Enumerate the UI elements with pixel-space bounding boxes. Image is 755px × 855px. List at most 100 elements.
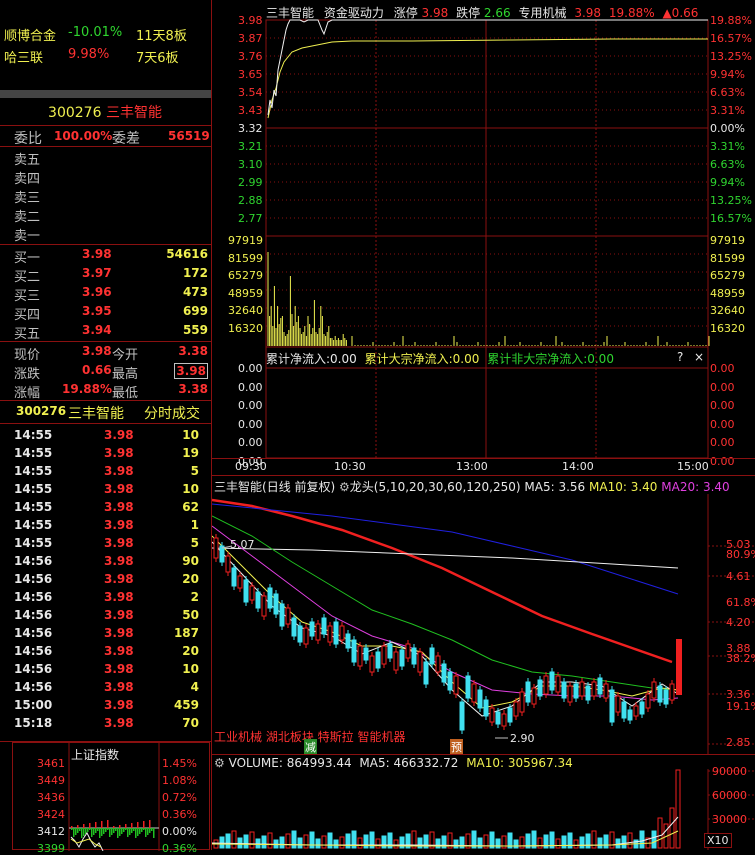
weibi-value: 100.00% — [54, 129, 113, 143]
kline-candle — [279, 603, 285, 627]
stock-name: 三丰智能 — [68, 406, 124, 422]
stock-code: 300276 — [48, 105, 102, 121]
tick-row: 14:56 3.98 90 — [0, 553, 205, 571]
kline-candle — [369, 655, 375, 673]
index-bar — [125, 828, 127, 830]
price-tick: 3.76 — [238, 50, 263, 63]
kline-candle — [555, 675, 561, 693]
volume-bar — [609, 831, 615, 849]
volume-bar — [303, 834, 309, 849]
sell-level-label: 卖五 — [14, 153, 41, 168]
flow-tick: 0.00 — [710, 417, 735, 431]
tick-row: 14:55 3.98 5 — [0, 535, 205, 553]
kline-candle — [483, 699, 489, 717]
tick-volume: 2 — [190, 590, 199, 604]
index-bar — [85, 828, 87, 834]
tick-volume: 10 — [182, 428, 199, 442]
sell-level-label: 卖一 — [14, 229, 41, 244]
volume-bar — [615, 838, 621, 849]
tick-time: 15:00 — [14, 698, 53, 712]
kline-candle — [639, 701, 645, 715]
index-bar — [77, 825, 79, 828]
tick-time: 14:55 — [14, 464, 53, 478]
kline-candle — [375, 651, 381, 669]
buy-level-label: 买二 — [14, 270, 41, 285]
index-bar — [125, 824, 127, 828]
volume-bar — [279, 836, 285, 849]
reduce-marker[interactable]: 减 — [304, 739, 317, 755]
tick-price: 3.98 — [104, 590, 134, 604]
buy-level-label: 买三 — [14, 289, 41, 304]
kline-candle — [585, 685, 591, 701]
watchlist-item[interactable]: 哈三联 9.98% 7天6板 — [0, 46, 210, 66]
tick-row: 14:55 3.98 5 — [0, 463, 205, 481]
buy-level-label: 买一 — [14, 251, 41, 266]
kline-candle — [225, 555, 231, 573]
close-icon[interactable]: × — [694, 350, 704, 364]
high-price: 3.98 — [174, 363, 208, 379]
weibi-label: 委比 — [14, 131, 42, 147]
sell-level-label: 卖三 — [14, 191, 41, 206]
index-bar — [129, 828, 131, 835]
tick-time: 14:55 — [14, 518, 53, 532]
index-bar — [141, 828, 143, 832]
tick-volume: 4 — [190, 680, 199, 694]
stock-pct: -10.01% — [68, 25, 123, 40]
kline-candle — [429, 647, 435, 665]
volume-bar — [345, 833, 351, 849]
volume-bar — [321, 835, 327, 849]
kline-candle — [237, 575, 243, 589]
buy-level-label: 买五 — [14, 327, 41, 342]
volume-tick: 65279 — [710, 269, 745, 282]
price-tick: 3.10 — [238, 158, 263, 171]
volume-bar — [297, 837, 303, 849]
volume-bar — [579, 836, 585, 849]
mini-index-plot — [68, 743, 160, 851]
tick-price: 3.98 — [104, 716, 134, 730]
tick-time: 15:18 — [14, 716, 53, 730]
tick-row: 14:56 3.98 4 — [0, 679, 205, 697]
kline-candle — [249, 585, 255, 601]
volume-bar — [393, 839, 399, 849]
kline-candle — [663, 689, 669, 705]
kline-candle — [513, 701, 519, 717]
volume-bar — [603, 834, 609, 849]
index-bar — [95, 822, 97, 828]
pct-tick: 3.31% — [710, 104, 745, 117]
forecast-marker[interactable]: 预 — [450, 739, 463, 755]
tick-volume: 5 — [190, 536, 199, 550]
price-tick: 3.54 — [238, 86, 263, 99]
volume-bar — [231, 830, 237, 849]
tick-time: 14:55 — [14, 500, 53, 514]
low-marker: 2.90 — [510, 732, 535, 745]
kline-candle — [393, 651, 399, 671]
price-tick: 2.88 — [238, 194, 263, 207]
tick-volume: 20 — [182, 644, 199, 658]
price-tick: 3.43 — [238, 104, 263, 117]
change-value: 0.66 — [82, 363, 112, 377]
help-icon[interactable]: ? — [677, 350, 683, 364]
flow-tick: 0.00 — [710, 380, 735, 394]
kline-candle — [351, 639, 357, 663]
watchlist-item[interactable]: 顺博合金 -10.01% 11天8板 — [0, 24, 210, 44]
weicha-label: 委差 — [112, 131, 140, 147]
index-bar — [145, 828, 147, 837]
index-bar — [83, 824, 85, 828]
nonblock-inflow: 累计非大宗净流入:0.00 — [487, 352, 614, 366]
volume-tick: 16320 — [228, 321, 263, 335]
volume-tick: 48959 — [710, 286, 745, 300]
volume-axis-tick: 90000 — [712, 765, 747, 778]
tick-price: 3.98 — [104, 554, 134, 568]
kline-candle — [645, 693, 651, 709]
kline-candle — [597, 677, 603, 695]
volume-bar — [651, 830, 657, 849]
tick-price: 3.98 — [104, 518, 134, 532]
kline-candle — [627, 709, 633, 721]
index-bar — [147, 828, 149, 835]
kline-candle — [489, 707, 495, 723]
kline-candle — [477, 689, 483, 709]
volume-bar — [261, 835, 267, 849]
stock-streak: 7天6板 — [136, 51, 179, 66]
volume-tick: 32640 — [710, 304, 745, 317]
buy-level-row: 买五 3.94 559 — [0, 322, 210, 342]
